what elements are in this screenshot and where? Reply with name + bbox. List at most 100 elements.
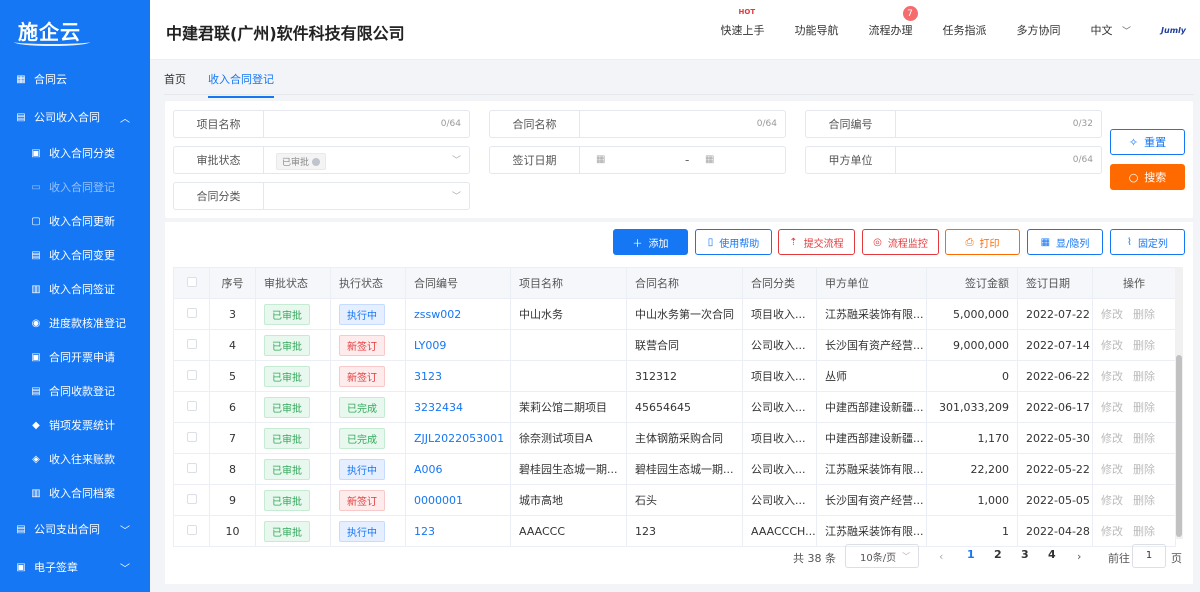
delete-button[interactable]: 删除 xyxy=(1133,401,1155,414)
scrollbar-thumb[interactable] xyxy=(1176,355,1182,537)
reset-button[interactable]: ✧ 重置 xyxy=(1110,129,1185,155)
contract-code-link[interactable]: 3123 xyxy=(414,370,442,383)
table-row[interactable]: 6 已审批 已完成 3232434 茉莉公馆二期项目 45654645 公司收入... 中建西… xyxy=(173,391,1176,423)
quick-start-link[interactable]: 快速上手 HOT xyxy=(721,8,765,38)
table-row[interactable]: 10 已审批 执行中 123 AAACCC 123 AAACCCH... 江苏融采装饰有限..… xyxy=(173,515,1176,547)
edit-button[interactable]: 修改 xyxy=(1101,308,1123,321)
approval-status-field[interactable]: 审批状态 已审批 ﹀ xyxy=(173,146,470,174)
table-row[interactable]: 9 已审批 新签订 0000001 城市高地 石头 公司收入... 长沙国有资产经营... 1,… xyxy=(173,484,1176,516)
row-checkbox[interactable] xyxy=(186,493,197,504)
row-checkbox-cell[interactable] xyxy=(173,422,210,454)
contract-code-link[interactable]: 3232434 xyxy=(414,401,463,414)
sidebar-item[interactable]: ▤ 收入合同变更 xyxy=(0,238,150,272)
page-number[interactable]: 1 xyxy=(967,548,975,561)
checkbox[interactable] xyxy=(186,276,197,287)
sidebar-item[interactable]: ▥ 收入合同档案 xyxy=(0,476,150,510)
prev-page-icon[interactable]: ‹ xyxy=(939,550,943,574)
sidebar-item[interactable]: ◆ 销项发票统计 xyxy=(0,408,150,442)
sign-date-range[interactable]: ▦ - ▦ xyxy=(580,147,785,173)
party-a-input[interactable]: 0/64 xyxy=(896,147,1101,173)
delete-button[interactable]: 删除 xyxy=(1133,432,1155,445)
page-number[interactable]: 3 xyxy=(1021,548,1029,561)
table-row[interactable]: 4 已审批 新签订 LY009 联营合同 公司收入... 长沙国有资产经营... 9,000,… xyxy=(173,329,1176,361)
delete-button[interactable]: 删除 xyxy=(1133,339,1155,352)
print-button[interactable]: ⎙ 打印 xyxy=(945,229,1020,255)
row-checkbox[interactable] xyxy=(186,462,197,473)
fix-columns-button[interactable]: ⌇ 固定列 xyxy=(1110,229,1185,255)
contract-category-select[interactable]: ﹀ xyxy=(264,183,469,209)
sidebar-item[interactable]: ▤ 公司收入合同 ︿ xyxy=(0,98,150,136)
function-nav-link[interactable]: 功能导航 xyxy=(795,22,839,38)
app-logo[interactable]: 施企云 xyxy=(0,0,150,60)
task-assign-link[interactable]: 任务指派 xyxy=(943,22,987,38)
goto-page-input[interactable]: 1 xyxy=(1132,544,1166,568)
submit-process-button[interactable]: ⇡ 提交流程 xyxy=(778,229,855,255)
contract-code-link[interactable]: 0000001 xyxy=(414,494,463,507)
delete-button[interactable]: 删除 xyxy=(1133,525,1155,538)
delete-button[interactable]: 删除 xyxy=(1133,308,1155,321)
edit-button[interactable]: 修改 xyxy=(1101,525,1123,538)
party-a-field[interactable]: 甲方单位 0/64 xyxy=(805,146,1102,174)
contract-code-link[interactable]: 123 xyxy=(414,525,435,538)
tag-close-icon[interactable] xyxy=(312,158,321,166)
approval-status-select[interactable]: 已审批 ﹀ xyxy=(264,147,469,173)
search-button[interactable]: ○ 搜索 xyxy=(1110,164,1185,190)
table-row[interactable]: 7 已审批 已完成 ZJJL2022053001 徐奈测试项目A 主体钢筋采购合同 项目收入… xyxy=(173,422,1176,454)
contract-code-link[interactable]: LY009 xyxy=(414,339,446,352)
sidebar-item[interactable]: ◈ 收入往来账款 xyxy=(0,442,150,476)
sign-date-field[interactable]: 签订日期 ▦ - ▦ xyxy=(489,146,786,174)
contract-no-field[interactable]: 合同编号 0/32 xyxy=(805,110,1102,138)
process-link[interactable]: 流程办理 7 xyxy=(869,6,918,38)
contract-name-input[interactable]: 0/64 xyxy=(580,111,785,137)
sidebar-item[interactable]: ▢ 收入合同更新 xyxy=(0,204,150,238)
contract-no-input[interactable]: 0/32 xyxy=(896,111,1101,137)
page-number[interactable]: 4 xyxy=(1048,548,1056,561)
project-name-input[interactable]: 0/64 xyxy=(264,111,469,137)
select-all-checkbox[interactable] xyxy=(173,267,210,299)
sidebar-item[interactable]: ▤ 公司支出合同 ﹀ xyxy=(0,510,150,548)
contract-category-field[interactable]: 合同分类 ﹀ xyxy=(173,182,470,210)
edit-button[interactable]: 修改 xyxy=(1101,494,1123,507)
sidebar-item[interactable]: ▭ 收入合同登记 xyxy=(0,170,150,204)
contract-code-link[interactable]: A006 xyxy=(414,463,443,476)
page-size-select[interactable]: 10条/页 ﹀ xyxy=(845,544,919,568)
edit-button[interactable]: 修改 xyxy=(1101,463,1123,476)
collaboration-link[interactable]: 多方协同 xyxy=(1017,22,1061,38)
next-page-icon[interactable]: › xyxy=(1077,550,1081,574)
row-checkbox[interactable] xyxy=(186,307,197,318)
row-checkbox[interactable] xyxy=(186,431,197,442)
delete-button[interactable]: 删除 xyxy=(1133,494,1155,507)
row-checkbox-cell[interactable] xyxy=(173,391,210,423)
table-row[interactable]: 5 已审批 新签订 3123 312312 项目收入... 丛师 0 2022-06-22 修改删… xyxy=(173,360,1176,392)
row-checkbox-cell[interactable] xyxy=(173,298,210,330)
contract-name-field[interactable]: 合同名称 0/64 xyxy=(489,110,786,138)
sidebar-item[interactable]: ▦ 合同云 xyxy=(0,60,150,98)
project-name-field[interactable]: 项目名称 0/64 xyxy=(173,110,470,138)
table-row[interactable]: 8 已审批 执行中 A006 碧桂园生态城一期... 碧桂园生态城一期... 公司收入...… xyxy=(173,453,1176,485)
contract-code-link[interactable]: ZJJL2022053001 xyxy=(414,432,504,445)
table-scrollbar[interactable] xyxy=(1175,267,1183,539)
language-select[interactable]: 中文 ﹀ xyxy=(1091,22,1132,38)
delete-button[interactable]: 删除 xyxy=(1133,463,1155,476)
page-number[interactable]: 2 xyxy=(994,548,1002,561)
sidebar-item[interactable]: ◉ 进度款核准登记 xyxy=(0,306,150,340)
sidebar-item[interactable]: ▣ 收入合同分类 xyxy=(0,136,150,170)
row-checkbox[interactable] xyxy=(186,338,197,349)
row-checkbox-cell[interactable] xyxy=(173,360,210,392)
edit-button[interactable]: 修改 xyxy=(1101,432,1123,445)
table-row[interactable]: 3 已审批 执行中 zssw002 中山水务 中山水务第一次合同 项目收入... 江苏融采装饰… xyxy=(173,298,1176,330)
row-checkbox-cell[interactable] xyxy=(173,329,210,361)
sidebar-item[interactable]: ▥ 收入合同签证 xyxy=(0,272,150,306)
delete-button[interactable]: 删除 xyxy=(1133,370,1155,383)
row-checkbox[interactable] xyxy=(186,369,197,380)
row-checkbox[interactable] xyxy=(186,524,197,535)
row-checkbox-cell[interactable] xyxy=(173,484,210,516)
help-button[interactable]: ▯ 使用帮助 xyxy=(695,229,772,255)
edit-button[interactable]: 修改 xyxy=(1101,401,1123,414)
edit-button[interactable]: 修改 xyxy=(1101,339,1123,352)
sidebar-item[interactable]: ▣ 合同开票申请 xyxy=(0,340,150,374)
sidebar-item[interactable]: ▣ 电子签章 ﹀ xyxy=(0,548,150,586)
sidebar-item[interactable]: ▤ 合同收款登记 xyxy=(0,374,150,408)
process-monitor-button[interactable]: ◎ 流程监控 xyxy=(862,229,939,255)
add-button[interactable]: ＋ 添加 xyxy=(613,229,688,255)
